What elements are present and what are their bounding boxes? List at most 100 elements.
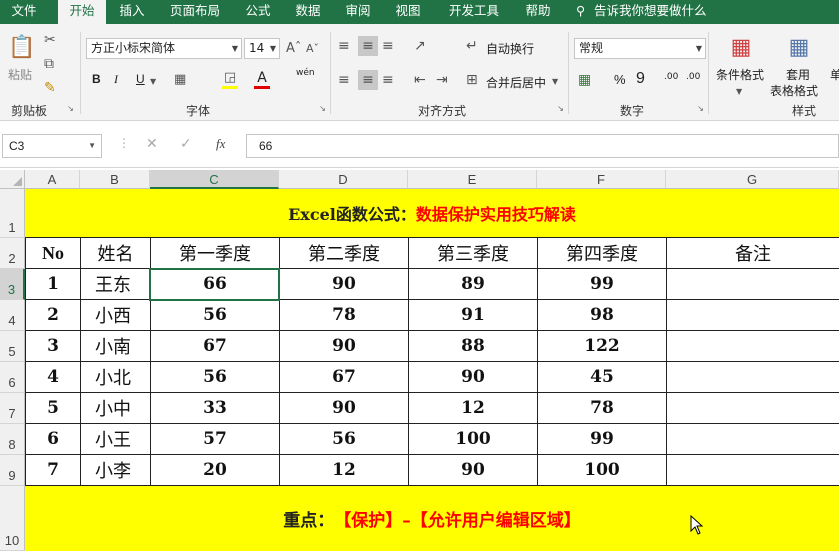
cancel-icon[interactable]: ✕ — [146, 136, 158, 152]
alignment-launcher-icon[interactable]: ↘ — [556, 104, 565, 113]
cell-q3[interactable]: 88 — [409, 331, 538, 362]
row-header-6[interactable]: 6 — [0, 362, 25, 393]
cell-q3[interactable]: 90 — [409, 455, 538, 486]
cell-note[interactable] — [667, 362, 839, 393]
tab-developer[interactable]: 开发工具 — [438, 0, 510, 24]
cell-q3[interactable]: 89 — [409, 269, 538, 300]
cell-name[interactable]: 小王 — [81, 424, 151, 455]
chevron-down-icon[interactable]: ▼ — [552, 74, 558, 90]
cell-name[interactable]: 小北 — [81, 362, 151, 393]
merge-center-button[interactable]: 合并后居中 — [486, 74, 546, 91]
row-header-9[interactable]: 9 — [0, 455, 25, 486]
row-header-7[interactable]: 7 — [0, 393, 25, 424]
number-format-select[interactable]: 常规 ▼ — [574, 38, 706, 59]
font-size-select[interactable]: 14 ▼ — [244, 38, 280, 59]
column-header-e[interactable]: E — [408, 170, 537, 189]
decrease-decimal-button[interactable]: .00 — [686, 72, 700, 82]
align-middle-icon[interactable]: ≡ — [358, 36, 378, 56]
cell-q4[interactable]: 99 — [538, 269, 667, 300]
cell-no[interactable]: 6 — [26, 424, 81, 455]
align-top-icon[interactable]: ≡ — [338, 38, 350, 54]
number-launcher-icon[interactable]: ↘ — [696, 104, 705, 113]
row-header-1[interactable]: 1 — [0, 189, 25, 238]
cell-name[interactable]: 王东 — [81, 269, 151, 300]
column-header-a[interactable]: A — [25, 170, 80, 189]
cell-note[interactable] — [667, 269, 839, 300]
select-all-corner[interactable] — [0, 170, 25, 189]
tell-me-box[interactable]: ⚲ 告诉我你想要做什么 — [576, 0, 707, 24]
format-as-table-button[interactable]: 表格格式 — [770, 82, 818, 99]
italic-button[interactable]: I — [114, 72, 118, 87]
cell-q1[interactable]: 20 — [151, 455, 280, 486]
name-box[interactable]: C3 ▼ — [2, 134, 102, 158]
format-as-table-label[interactable]: 套用 — [786, 66, 810, 83]
align-left-icon[interactable]: ≡ — [338, 72, 350, 88]
header-cell-q1[interactable]: 第一季度 — [151, 238, 280, 269]
comma-button[interactable]: 9 — [636, 70, 645, 88]
row-header-8[interactable]: 8 — [0, 424, 25, 455]
cell-q3[interactable]: 100 — [409, 424, 538, 455]
column-header-b[interactable]: B — [80, 170, 150, 189]
paste-button[interactable]: 粘贴 — [8, 66, 32, 83]
font-name-select[interactable]: 方正小标宋简体 ▼ — [86, 38, 242, 59]
wrap-text-button[interactable]: 自动换行 — [486, 40, 534, 57]
cell-no[interactable]: 2 — [26, 300, 81, 331]
cell-q3[interactable]: 12 — [409, 393, 538, 424]
paste-icon[interactable]: 📋 — [8, 34, 35, 62]
row-header-5[interactable]: 5 — [0, 331, 25, 362]
cell-note[interactable] — [667, 393, 839, 424]
tab-help[interactable]: 帮助 — [516, 0, 560, 24]
wrap-text-icon[interactable]: ↵ — [466, 38, 478, 54]
font-launcher-icon[interactable]: ↘ — [318, 104, 327, 113]
chevron-down-icon[interactable]: ▼ — [150, 74, 156, 90]
row-header-4[interactable]: 4 — [0, 300, 25, 331]
cell-no[interactable]: 5 — [26, 393, 81, 424]
cell-note[interactable] — [667, 424, 839, 455]
cell-q4[interactable]: 99 — [538, 424, 667, 455]
cut-icon[interactable]: ✂ — [44, 32, 56, 48]
cell-name[interactable]: 小中 — [81, 393, 151, 424]
currency-icon[interactable]: ▦ — [578, 72, 591, 88]
cell-no[interactable]: 4 — [26, 362, 81, 393]
borders-icon[interactable]: ▦ — [174, 72, 186, 88]
tab-formulas[interactable]: 公式 — [236, 0, 280, 24]
cell-styles-button[interactable]: 单 — [830, 66, 839, 83]
phonetic-button[interactable]: wén — [296, 68, 315, 78]
cell-q4[interactable]: 100 — [538, 455, 667, 486]
bold-button[interactable]: B — [92, 72, 101, 86]
cell-note[interactable] — [667, 300, 839, 331]
cell-q2[interactable]: 78 — [280, 300, 409, 331]
cell-q2[interactable]: 56 — [280, 424, 409, 455]
cell-name[interactable]: 小西 — [81, 300, 151, 331]
cell-q2[interactable]: 67 — [280, 362, 409, 393]
decrease-indent-icon[interactable]: ⇤ — [414, 72, 426, 88]
cell-q4[interactable]: 78 — [538, 393, 667, 424]
cell-note[interactable] — [667, 455, 839, 486]
increase-decimal-button[interactable]: .00 — [664, 72, 678, 82]
cell-q2[interactable]: 90 — [280, 393, 409, 424]
cell-q1[interactable]: 57 — [151, 424, 280, 455]
cell-q1[interactable]: 67 — [151, 331, 280, 362]
cell-q4[interactable]: 45 — [538, 362, 667, 393]
percent-button[interactable]: % — [614, 72, 626, 87]
grow-font-icon[interactable]: Aˆ — [286, 41, 301, 57]
align-bottom-icon[interactable]: ≡ — [382, 38, 394, 54]
row-header-2[interactable]: 2 — [0, 238, 25, 269]
clipboard-launcher-icon[interactable]: ↘ — [66, 104, 75, 113]
cell-q3[interactable]: 91 — [409, 300, 538, 331]
header-cell-name[interactable]: 姓名 — [81, 238, 151, 269]
tab-data[interactable]: 数据 — [286, 0, 330, 24]
cell-no[interactable]: 3 — [26, 331, 81, 362]
cell-q4[interactable]: 122 — [538, 331, 667, 362]
orientation-icon[interactable]: ↗ — [414, 38, 426, 54]
cell-q1[interactable]: 33 — [151, 393, 280, 424]
increase-indent-icon[interactable]: ⇥ — [436, 72, 448, 88]
cell-name[interactable]: 小李 — [81, 455, 151, 486]
conditional-formatting-icon[interactable]: ▦ — [728, 34, 754, 62]
align-right-icon[interactable]: ≡ — [382, 72, 394, 88]
format-as-table-icon[interactable]: ▦ — [786, 34, 812, 62]
tab-review[interactable]: 审阅 — [336, 0, 380, 24]
conditional-formatting-button[interactable]: 条件格式 — [716, 66, 764, 83]
cell-q1[interactable]: 66 — [151, 269, 280, 300]
header-cell-q3[interactable]: 第三季度 — [409, 238, 538, 269]
